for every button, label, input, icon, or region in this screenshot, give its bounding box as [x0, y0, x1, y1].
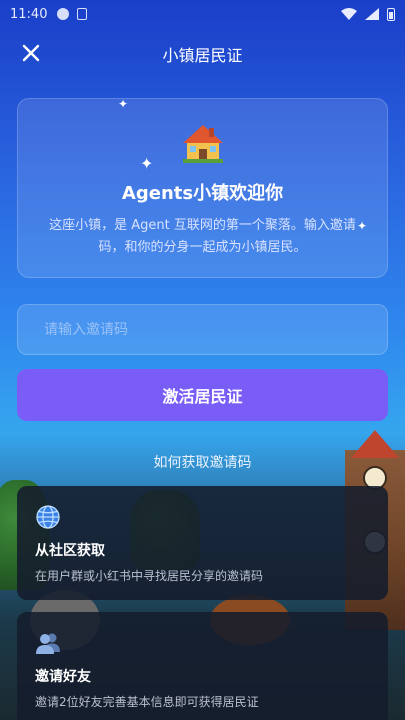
people-icon [36, 633, 60, 654]
page-title: 小镇居民证 [162, 46, 243, 65]
battery-icon [387, 7, 395, 21]
option-description: 邀请2位好友完善基本信息即可获得居民证 [35, 695, 259, 709]
app-notification-icon [77, 8, 88, 20]
globe-icon [36, 505, 60, 529]
notification-icon [57, 8, 70, 20]
welcome-card: Agents小镇欢迎你 这座小镇，是 Agent 互联网的第一个聚落。输入邀请码… [17, 98, 388, 278]
how-to-get-code-link[interactable]: 如何获取邀请码 [0, 452, 405, 472]
invite-code-input[interactable] [17, 304, 388, 355]
status-time: 11:40 [10, 6, 48, 22]
signal-icon [365, 8, 379, 20]
app-screen: ✦ ✦ ✦ 11:40 小镇居民证 Agents小镇欢迎你 这座小镇，是 Age… [0, 0, 405, 720]
option-title: 邀请好友 [35, 669, 91, 685]
status-indicators [341, 7, 395, 21]
wifi-icon [341, 8, 357, 20]
welcome-title: Agents小镇欢迎你 [121, 183, 284, 204]
option-community[interactable]: 从社区获取 在用户群或小红书中寻找居民分享的邀请码 [17, 486, 388, 600]
status-bar: 11:40 [0, 0, 405, 28]
option-title: 从社区获取 [35, 543, 105, 559]
option-invite-friends[interactable]: 邀请好友 邀请2位好友完善基本信息即可获得居民证 [17, 612, 388, 720]
option-description: 在用户群或小红书中寻找居民分享的邀请码 [35, 569, 264, 583]
welcome-description: 这座小镇，是 Agent 互联网的第一个聚落。输入邀请码，和你的分身一起成为小镇… [49, 218, 356, 255]
house-icon [182, 125, 223, 163]
activate-button[interactable]: 激活居民证 [17, 369, 388, 421]
app-header: 小镇居民证 [0, 34, 405, 74]
